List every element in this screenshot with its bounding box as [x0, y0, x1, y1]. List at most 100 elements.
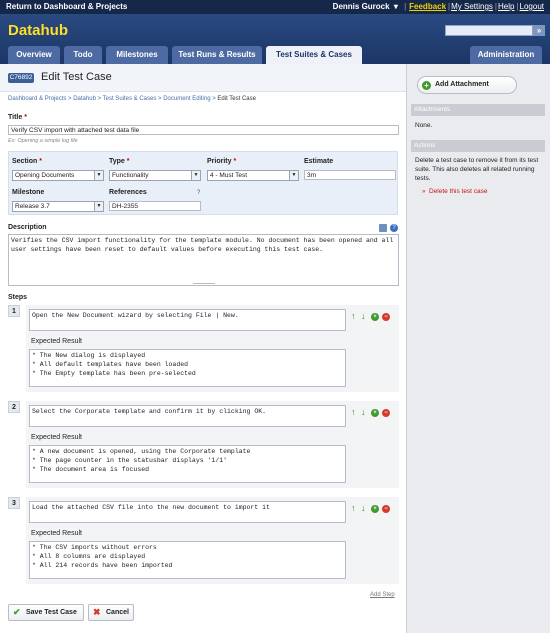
steps-label: Steps	[8, 294, 28, 301]
milestone-select[interactable]: Release 3.7 ▼	[12, 201, 104, 212]
resize-handle[interactable]	[193, 283, 215, 286]
add-attachment-label: Add Attachment	[435, 81, 489, 88]
feedback-link[interactable]: Feedback	[409, 2, 446, 11]
expected-result-label: Expected Result	[31, 530, 82, 537]
remove-step-icon[interactable]: −	[382, 409, 390, 417]
type-value: Functionality	[112, 172, 149, 179]
add-attachment-button[interactable]: + Add Attachment	[417, 76, 517, 94]
description-field[interactable]: Verifies the CSV import functionality fo…	[8, 234, 399, 286]
title-label: Title *	[8, 114, 27, 121]
title-field[interactable]: Verify CSV import with attached test dat…	[8, 125, 399, 135]
type-label-text: Type	[109, 158, 125, 165]
add-step-icon[interactable]: +	[371, 313, 379, 321]
chevron-down-icon: ▼	[191, 171, 200, 180]
add-step-icon[interactable]: +	[371, 505, 379, 513]
move-up-icon[interactable]: ↑	[351, 504, 356, 513]
tab-milestones[interactable]: Milestones	[106, 46, 168, 64]
priority-label-text: Priority	[207, 158, 232, 165]
section-label-text: Section	[12, 158, 38, 165]
type-select[interactable]: Functionality ▼	[109, 170, 201, 181]
tab-test-runs[interactable]: Test Runs & Results	[172, 46, 262, 64]
plus-icon: +	[422, 81, 431, 90]
chevron-down-icon: ▼	[94, 202, 103, 211]
logout-link[interactable]: Logout	[520, 2, 544, 11]
actions-description: Delete a test case to remove it from its…	[415, 157, 539, 182]
expected-result-label: Expected Result	[31, 338, 82, 345]
title-hint: Ex: Opening a simple log file	[8, 138, 78, 144]
required-marker: *	[24, 114, 27, 121]
remove-step-icon[interactable]: −	[382, 313, 390, 321]
brand-title[interactable]: Datahub	[8, 22, 68, 39]
breadcrumb-link[interactable]: Datahub	[73, 96, 96, 102]
step-action-field[interactable]: Open the New Document wizard by selectin…	[29, 309, 346, 331]
section-select[interactable]: Opening Documents ▼	[12, 170, 104, 181]
required-marker: *	[126, 158, 130, 165]
user-name: Dennis Gurock	[332, 2, 390, 11]
delete-test-case-link[interactable]: Delete this test case	[429, 188, 488, 195]
move-up-icon[interactable]: ↑	[351, 312, 356, 321]
expected-result-field[interactable]: * A new document is opened, using the Co…	[29, 445, 346, 483]
my-settings-link[interactable]: My Settings	[451, 2, 493, 11]
search-input[interactable]	[445, 25, 533, 36]
top-bar-right: Dennis Gurock ▾ | Feedback |My Settings |He…	[329, 0, 544, 14]
tab-overview[interactable]: Overview	[8, 46, 60, 64]
priority-label: Priority *	[207, 158, 236, 165]
expected-result-field[interactable]: * The CSV imports without errors * All 8…	[29, 541, 346, 579]
move-up-icon[interactable]: ↑	[351, 408, 356, 417]
step-number: 3	[8, 497, 20, 509]
checkmark-icon: ✔	[13, 607, 21, 617]
remove-step-icon[interactable]: −	[382, 505, 390, 513]
image-icon[interactable]	[379, 224, 387, 232]
priority-value: 4 - Must Test	[210, 172, 248, 179]
divider: |	[448, 2, 451, 11]
priority-select[interactable]: 4 - Must Test ▼	[207, 170, 299, 181]
breadcrumb-link[interactable]: Dashboard & Projects	[8, 96, 66, 102]
close-icon: ✖	[93, 607, 101, 617]
step-number: 2	[8, 401, 20, 413]
expected-result-label: Expected Result	[31, 434, 82, 441]
estimate-label: Estimate	[304, 158, 334, 165]
breadcrumb-link[interactable]: Document Editing	[163, 96, 210, 102]
tab-administration[interactable]: Administration	[470, 46, 542, 64]
type-label: Type *	[109, 158, 130, 165]
step-action-field[interactable]: Select the Corporate template and confir…	[29, 405, 346, 427]
help-icon[interactable]: ?	[390, 224, 398, 232]
chevron-down-icon: ▼	[94, 171, 103, 180]
save-button-label: Save Test Case	[26, 609, 77, 616]
step-action-field[interactable]: Load the attached CSV file into the new …	[29, 501, 346, 523]
estimate-field[interactable]: 3m	[304, 170, 396, 180]
help-link[interactable]: Help	[498, 2, 514, 11]
return-link[interactable]: Return to Dashboard & Projects	[6, 0, 127, 14]
move-down-icon[interactable]: ↓	[361, 312, 366, 321]
expected-result-field[interactable]: * The New dialog is displayed * All defa…	[29, 349, 346, 387]
tab-todo[interactable]: Todo	[64, 46, 102, 64]
cancel-button[interactable]: ✖ Cancel	[88, 604, 134, 621]
search-button[interactable]: »	[533, 25, 545, 36]
references-field[interactable]: DH-2355	[109, 201, 201, 211]
help-icon[interactable]: ?	[197, 190, 200, 196]
sidebar: + Add Attachment Attachments None. Action…	[406, 64, 550, 633]
references-label: References	[109, 189, 147, 196]
move-down-icon[interactable]: ↓	[361, 408, 366, 417]
page-title-bar: C76892 Edit Test Case	[0, 64, 406, 92]
divider: |	[494, 2, 497, 11]
top-bar: Return to Dashboard & Projects Dennis Gu…	[0, 0, 550, 14]
move-down-icon[interactable]: ↓	[361, 504, 366, 513]
breadcrumb: Dashboard & Projects > Datahub > Test Su…	[8, 96, 256, 102]
breadcrumb-link[interactable]: Test Suites & Cases	[103, 96, 157, 102]
milestone-label: Milestone	[12, 189, 45, 196]
divider: |	[516, 2, 519, 11]
required-marker: *	[39, 158, 42, 165]
cancel-button-label: Cancel	[106, 609, 129, 616]
add-step-icon[interactable]: +	[371, 409, 379, 417]
header: Datahub » Overview Todo Milestones Test …	[0, 14, 550, 64]
user-menu[interactable]: Dennis Gurock ▾	[331, 2, 398, 11]
section-label: Section *	[12, 158, 42, 165]
add-step-link[interactable]: Add Step	[370, 592, 395, 598]
description-label: Description	[8, 224, 47, 231]
save-button[interactable]: ✔ Save Test Case	[8, 604, 84, 621]
section-value: Opening Documents	[15, 172, 75, 179]
actions-header: Actions	[411, 140, 545, 152]
tab-test-suites[interactable]: Test Suites & Cases	[266, 46, 362, 64]
required-marker: *	[233, 158, 237, 165]
